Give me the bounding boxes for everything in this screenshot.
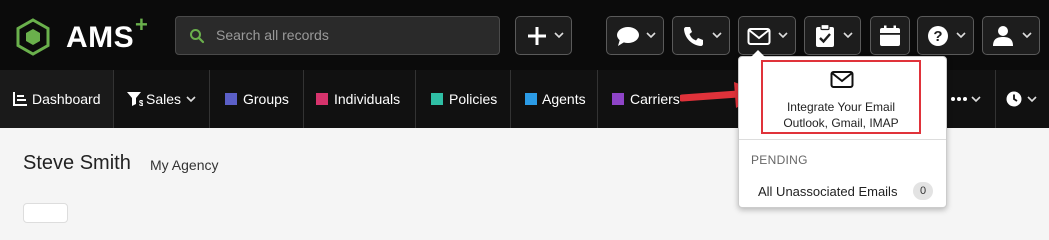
integrate-email-title: Integrate Your Email: [786, 100, 896, 114]
chevron-down-icon: [646, 32, 656, 39]
content-card: [23, 203, 68, 223]
calendar-icon: [880, 25, 900, 46]
chevron-down-icon: [712, 32, 722, 39]
page-title: Steve Smith: [23, 152, 131, 174]
nav-item-groups[interactable]: Groups: [210, 70, 304, 128]
agency-label: My Agency: [150, 157, 219, 173]
integrate-email-providers: Outlook, Gmail, IMAP: [783, 116, 899, 130]
hexagon-logo-icon: [16, 18, 50, 56]
nav-label: Carriers: [630, 91, 680, 107]
dashboard-icon: [13, 92, 27, 106]
nav-item-sales[interactable]: $ Sales: [114, 70, 210, 128]
tasks-button[interactable]: [804, 16, 861, 55]
individuals-color-icon: [316, 93, 328, 105]
carriers-color-icon: [612, 93, 624, 105]
chevron-down-icon: [1022, 32, 1032, 39]
chevron-down-icon: [971, 96, 981, 103]
ellipsis-icon: [951, 97, 967, 101]
dropdown-divider: [739, 139, 946, 140]
search-box[interactable]: Search all records: [175, 16, 500, 55]
logo-plus: +: [135, 12, 148, 37]
search-input[interactable]: Search all records: [216, 27, 329, 43]
chevron-down-icon: [956, 32, 966, 39]
svg-text:$: $: [139, 99, 143, 106]
unassociated-count-badge: 0: [913, 182, 933, 200]
help-button[interactable]: ?: [917, 16, 974, 55]
policies-color-icon: [431, 93, 443, 105]
nav-label: Policies: [449, 91, 498, 107]
user-icon: [993, 26, 1013, 46]
nav-label: Dashboard: [32, 91, 101, 107]
chevron-down-icon: [843, 32, 853, 39]
envelope-icon: [830, 71, 854, 88]
chevron-down-icon: [778, 32, 788, 39]
nav-label: Individuals: [334, 91, 401, 107]
plus-icon: [528, 27, 546, 45]
question-icon: ?: [928, 26, 948, 46]
chevron-down-icon: [1027, 96, 1037, 103]
pending-section-label: PENDING: [751, 153, 808, 167]
nav-item-individuals[interactable]: Individuals: [304, 70, 416, 128]
chat-bubble-icon: [617, 27, 639, 46]
unassociated-emails-link[interactable]: All Unassociated Emails: [758, 184, 897, 199]
dropdown-caret: [751, 50, 765, 57]
calendar-button[interactable]: [870, 16, 910, 55]
nav-item-agents[interactable]: Agents: [511, 70, 598, 128]
add-button[interactable]: [515, 16, 572, 55]
nav-item-policies[interactable]: Policies: [416, 70, 511, 128]
email-button[interactable]: [738, 16, 796, 55]
phone-icon: [684, 27, 703, 46]
nav-item-dashboard[interactable]: Dashboard: [0, 70, 114, 128]
chat-button[interactable]: [606, 16, 664, 55]
app-logo[interactable]: AMS +: [14, 12, 148, 56]
clipboard-check-icon: [816, 24, 834, 47]
logo-text: AMS: [66, 21, 135, 54]
nav-label: Sales: [146, 91, 182, 107]
chevron-down-icon: [186, 96, 196, 103]
integrate-email-option[interactable]: Integrate Your Email Outlook, Gmail, IMA…: [761, 60, 921, 134]
phone-button[interactable]: [672, 16, 730, 55]
user-menu-button[interactable]: [982, 16, 1040, 55]
search-icon: [190, 29, 205, 44]
svg-text:?: ?: [933, 28, 942, 45]
envelope-icon: [747, 28, 771, 45]
clock-icon: [1006, 91, 1022, 107]
nav-label: Agents: [542, 91, 586, 107]
nav-more-button[interactable]: [944, 70, 996, 128]
nav-history-button[interactable]: [996, 70, 1049, 128]
sales-filter-icon: $: [127, 92, 143, 106]
chevron-down-icon: [554, 32, 564, 39]
email-dropdown-menu: Integrate Your Email Outlook, Gmail, IMA…: [738, 50, 947, 208]
nav-label: Groups: [243, 91, 289, 107]
groups-color-icon: [225, 93, 237, 105]
agents-color-icon: [525, 93, 537, 105]
